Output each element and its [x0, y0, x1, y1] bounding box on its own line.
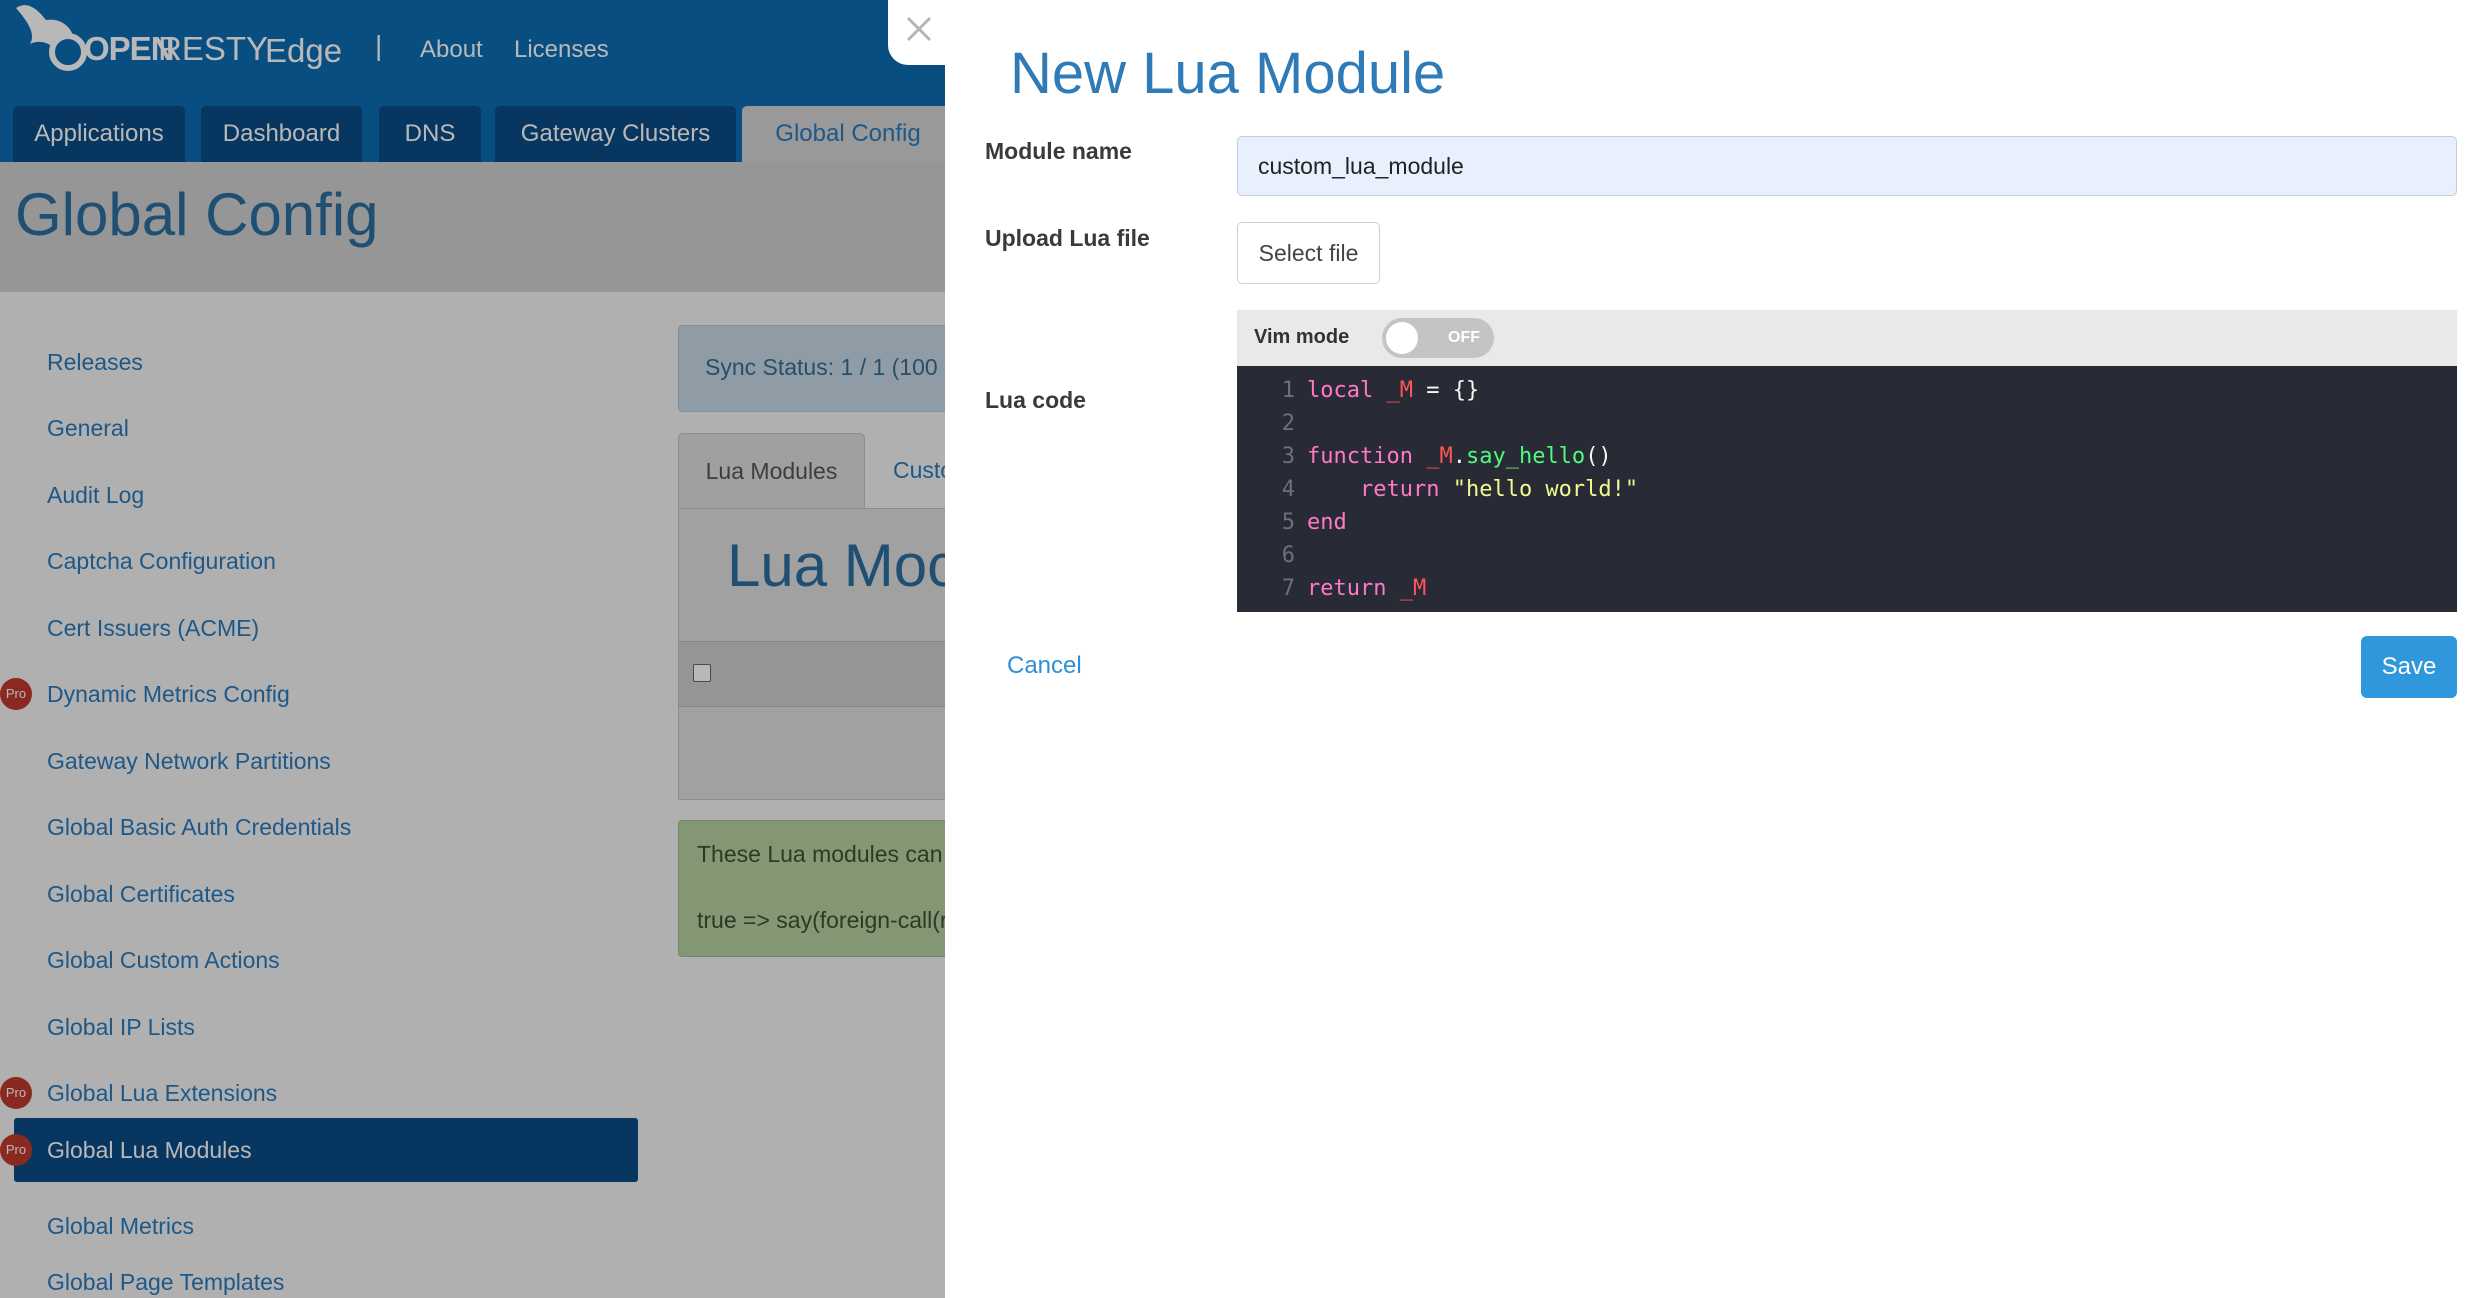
- vim-mode-state: OFF: [1448, 329, 1480, 346]
- upload-lua-file-label: Upload Lua file: [985, 225, 1150, 251]
- vim-mode-label: Vim mode: [1254, 326, 1350, 348]
- new-lua-module-drawer: New Lua Module Module name Upload Lua fi…: [945, 0, 2492, 1298]
- code-line: 3 function _M.say_hello(): [1237, 440, 1612, 473]
- code-line: 1 local _M = {}: [1237, 374, 1479, 407]
- close-drawer-tab[interactable]: [888, 0, 958, 65]
- editor-toolbar: Vim mode OFF: [1237, 310, 2457, 366]
- code-line: 7 return _M: [1237, 572, 1426, 605]
- save-button[interactable]: Save: [2361, 636, 2457, 698]
- vim-mode-toggle[interactable]: OFF: [1382, 318, 1494, 358]
- line-number: 5: [1281, 510, 1295, 535]
- code-line: 5 end: [1237, 506, 1347, 539]
- line-number: 3: [1281, 444, 1295, 469]
- cancel-link[interactable]: Cancel: [1007, 652, 1082, 680]
- line-number: 1: [1281, 378, 1295, 403]
- background-page: OPEN RESTY Edge | About Licenses Applica…: [0, 0, 945, 1298]
- toggle-knob: [1386, 322, 1418, 354]
- lua-code-editor[interactable]: 1 local _M = {} 2 3 function _M.say_hello(…: [1237, 366, 2457, 612]
- line-number: 2: [1281, 411, 1295, 436]
- line-number: 7: [1281, 576, 1295, 601]
- select-file-button[interactable]: Select file: [1237, 222, 1380, 284]
- drawer-title: New Lua Module: [1010, 41, 1446, 106]
- code-line: 2: [1237, 407, 1307, 440]
- modal-overlay[interactable]: [0, 0, 945, 1298]
- line-number: 4: [1281, 477, 1295, 502]
- lua-code-label: Lua code: [985, 387, 1086, 413]
- code-line: 4 return "hello world!": [1237, 473, 1638, 506]
- code-line: 6: [1237, 539, 1307, 572]
- module-name-input[interactable]: [1237, 136, 2457, 196]
- close-icon[interactable]: [902, 12, 936, 46]
- line-number: 6: [1281, 543, 1295, 568]
- module-name-label: Module name: [985, 138, 1132, 164]
